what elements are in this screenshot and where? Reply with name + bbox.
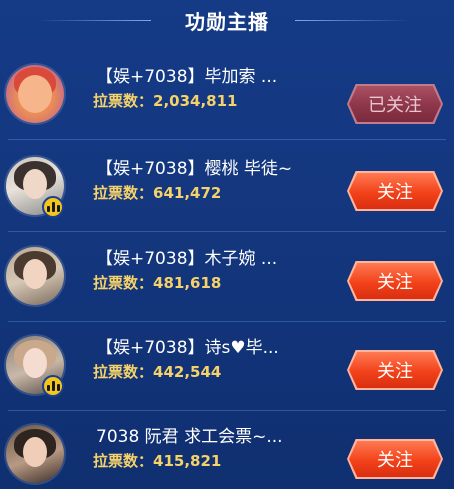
avatar[interactable]	[6, 65, 64, 123]
vote-count: 拉票数：2,034,811	[93, 90, 237, 110]
avatar-face	[23, 437, 47, 467]
follow-button[interactable]: 关注	[349, 263, 441, 299]
avatar[interactable]	[6, 425, 64, 483]
anchor-row[interactable]: 【娱+7038】毕加索 ... 拉票数：2,034,811 已关注	[0, 52, 454, 140]
anchor-row[interactable]: 【娱+7038】樱桃 毕徒~ 拉票数：641,472 关注	[0, 144, 454, 232]
vote-label: 拉票数：	[93, 92, 154, 110]
follow-button-label: 关注	[377, 272, 413, 293]
anchor-row[interactable]: 【娱+7038】诗s♥毕... 拉票数：442,544 关注	[0, 323, 454, 411]
header-divider-right	[295, 20, 412, 21]
avatar-face	[23, 348, 47, 378]
anchor-ranking-panel: 功勋主播 【娱+7038】毕加索 ... 拉票数：2,034,811 已关注 【…	[0, 0, 454, 489]
vote-label: 拉票数：	[93, 184, 154, 202]
anchor-name[interactable]: 【娱+7038】樱桃 毕徒~	[96, 154, 336, 176]
live-badge-icon	[42, 375, 64, 397]
avatar-face	[23, 169, 47, 199]
avatar-face	[23, 259, 47, 289]
follow-button[interactable]: 关注	[349, 441, 441, 477]
follow-button-label: 关注	[377, 450, 413, 471]
anchor-name[interactable]: 7038 阮君 求工会票~...	[96, 422, 336, 444]
panel-header: 功勋主播	[0, 0, 454, 40]
follow-button[interactable]: 关注	[349, 173, 441, 209]
followed-button[interactable]: 已关注	[349, 86, 441, 122]
row-divider	[8, 139, 446, 140]
anchor-name[interactable]: 【娱+7038】诗s♥毕...	[96, 333, 336, 355]
follow-button-label: 关注	[377, 182, 413, 203]
anchor-row[interactable]: 7038 阮君 求工会票~... 拉票数：415,821 关注	[0, 412, 454, 489]
vote-value: 481,618	[153, 274, 222, 292]
followed-button-label: 已关注	[368, 95, 422, 116]
vote-value: 641,472	[153, 184, 222, 202]
anchor-row[interactable]: 【娱+7038】木子婉 ... 拉票数：481,618 关注	[0, 234, 454, 322]
vote-count: 拉票数：442,544	[93, 361, 221, 381]
vote-label: 拉票数：	[93, 274, 154, 292]
follow-button-label: 关注	[377, 361, 413, 382]
anchor-name[interactable]: 【娱+7038】木子婉 ...	[96, 244, 336, 266]
vote-value: 2,034,811	[153, 92, 238, 110]
vote-label: 拉票数：	[93, 452, 154, 470]
vote-value: 415,821	[153, 452, 222, 470]
avatar[interactable]	[6, 247, 64, 305]
vote-value: 442,544	[153, 363, 222, 381]
vote-count: 拉票数：415,821	[93, 450, 221, 470]
row-divider	[8, 410, 446, 411]
panel-title: 功勋主播	[185, 9, 269, 34]
header-divider-left	[34, 20, 151, 21]
avatar-face	[18, 75, 52, 113]
vote-count: 拉票数：641,472	[93, 182, 221, 202]
live-badge-icon	[42, 196, 64, 218]
vote-count: 拉票数：481,618	[93, 272, 221, 292]
vote-label: 拉票数：	[93, 363, 154, 381]
anchor-name[interactable]: 【娱+7038】毕加索 ...	[96, 62, 336, 84]
row-divider	[8, 321, 446, 322]
row-divider	[8, 231, 446, 232]
follow-button[interactable]: 关注	[349, 352, 441, 388]
